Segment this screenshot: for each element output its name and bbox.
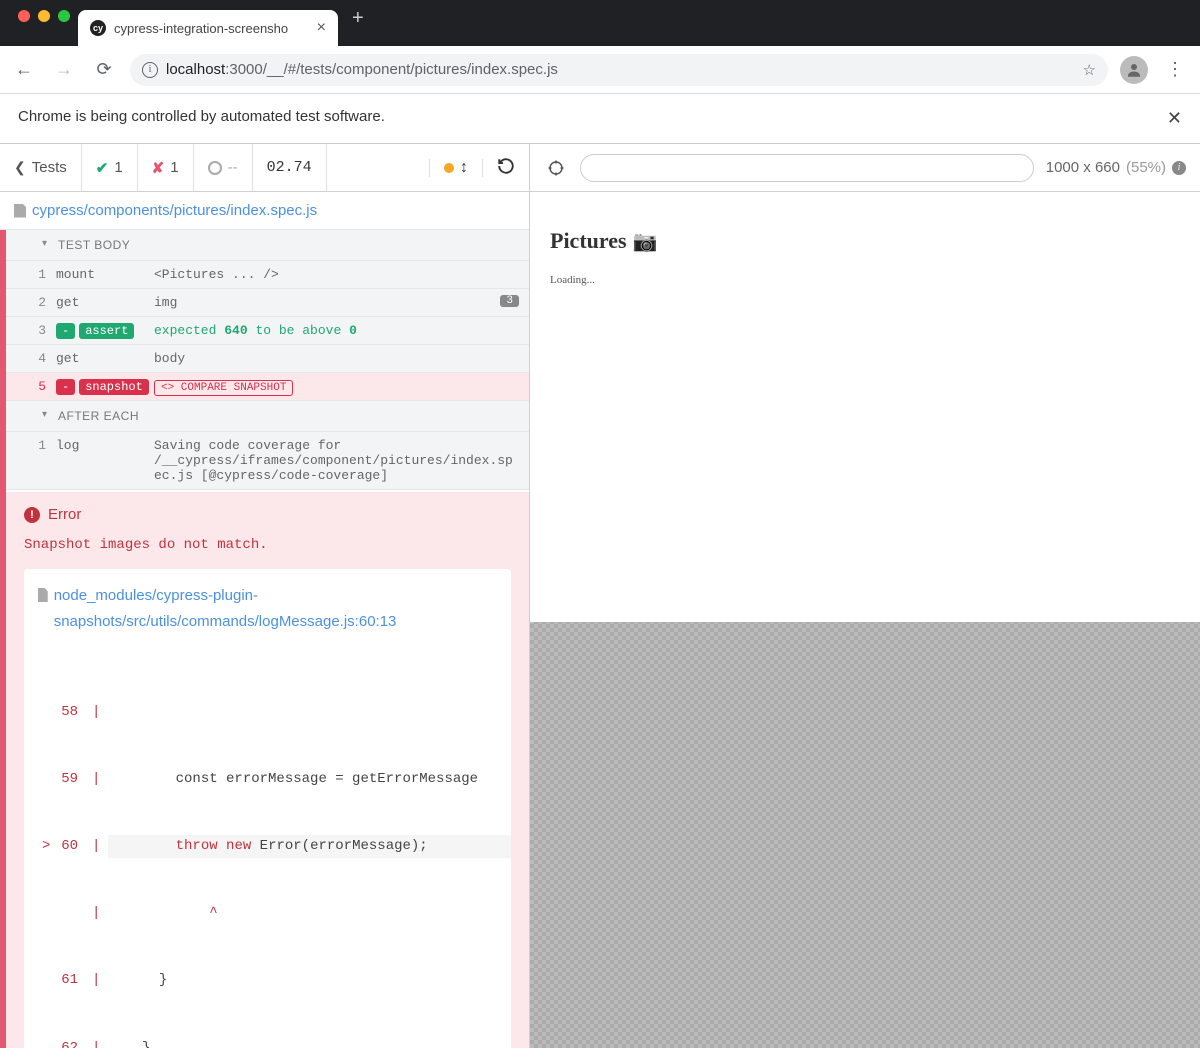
- command-row[interactable]: 2 get img 3: [6, 289, 529, 317]
- error-message: Snapshot images do not match.: [24, 537, 511, 553]
- x-icon: ✘: [152, 159, 165, 177]
- bookmark-star-icon[interactable]: ☆: [1083, 61, 1096, 79]
- auto-scroll-toggle[interactable]: ↕: [429, 159, 483, 177]
- reporter-panel: ❮ Tests ✔ 1 ✘ 1 -- 02.74 ↕: [0, 144, 530, 1048]
- window-controls: [10, 10, 78, 36]
- automation-infobar: Chrome is being controlled by automated …: [0, 94, 1200, 144]
- element-count-badge: 3: [500, 295, 519, 307]
- app-preview-panel: 1000 x 660 (55%) i Pictures 📷 Loading...: [530, 144, 1200, 1048]
- error-panel: ! Error Snapshot images do not match. no…: [6, 492, 529, 1048]
- error-icon: !: [24, 507, 40, 523]
- minimize-window-button[interactable]: [38, 10, 50, 22]
- back-button[interactable]: ←: [10, 56, 38, 84]
- iframe-header: 1000 x 660 (55%) i: [530, 144, 1200, 192]
- restart-tests-button[interactable]: [483, 157, 529, 179]
- error-code-frame: node_modules/cypress-plugin-snapshots/sr…: [24, 569, 511, 1048]
- compare-snapshot-badge: <> COMPARE SNAPSHOT: [154, 380, 293, 396]
- infobar-message: Chrome is being controlled by automated …: [18, 108, 385, 129]
- section-test-body[interactable]: TEST BODY: [6, 230, 529, 261]
- command-row-assert[interactable]: 3 -assert expected 640 to be above 0: [6, 317, 529, 345]
- info-icon: i: [1172, 161, 1186, 175]
- selector-playground-button[interactable]: [544, 156, 568, 180]
- maximize-window-button[interactable]: [58, 10, 70, 22]
- circle-icon: [208, 161, 222, 175]
- command-row[interactable]: 4 get body: [6, 345, 529, 373]
- iframe-url-input[interactable]: [580, 154, 1034, 182]
- browser-tab[interactable]: cy cypress-integration-screensho ×: [78, 10, 338, 46]
- reporter-toolbar: ❮ Tests ✔ 1 ✘ 1 -- 02.74 ↕: [0, 144, 529, 192]
- infobar-close-button[interactable]: ✕: [1167, 108, 1182, 129]
- chrome-menu-button[interactable]: ⋮: [1160, 59, 1190, 80]
- site-info-icon[interactable]: i: [142, 62, 158, 78]
- viewport-info[interactable]: 1000 x 660 (55%) i: [1046, 159, 1186, 176]
- file-icon: [38, 588, 48, 602]
- close-window-button[interactable]: [18, 10, 30, 22]
- command-row-snapshot[interactable]: 5 -snapshot <> COMPARE SNAPSHOT: [6, 373, 529, 401]
- app-heading: Pictures 📷: [550, 228, 1180, 254]
- iframe-viewport: Pictures 📷 Loading...: [530, 192, 1200, 1048]
- forward-button[interactable]: →: [50, 56, 78, 84]
- file-icon: [14, 204, 26, 218]
- camera-icon: 📷: [633, 229, 658, 254]
- command-row[interactable]: 1 log Saving code coverage for /__cypres…: [6, 432, 529, 490]
- cypress-favicon-icon: cy: [90, 20, 106, 36]
- passed-count: ✔ 1: [82, 144, 138, 191]
- section-after-each[interactable]: AFTER EACH: [6, 401, 529, 432]
- expand-arrows-icon: ↕: [460, 159, 468, 177]
- check-icon: ✔: [96, 159, 109, 177]
- status-dot-icon: [444, 163, 454, 173]
- pending-count: --: [194, 144, 253, 191]
- spec-file-link[interactable]: cypress/components/pictures/index.spec.j…: [0, 192, 529, 230]
- app-under-test: Pictures 📷 Loading...: [530, 192, 1200, 622]
- duration: 02.74: [253, 144, 327, 191]
- url-text: localhost:3000/__/#/tests/component/pict…: [166, 61, 558, 78]
- address-bar[interactable]: i localhost:3000/__/#/tests/component/pi…: [130, 54, 1108, 86]
- back-to-tests-button[interactable]: ❮ Tests: [0, 144, 82, 191]
- new-tab-button[interactable]: +: [338, 7, 378, 40]
- tab-title: cypress-integration-screensho: [114, 21, 309, 36]
- browser-toolbar: ← → ⟳ i localhost:3000/__/#/tests/compon…: [0, 46, 1200, 94]
- code-snippet: 58| 59| const errorMessage = getErrorMes…: [24, 648, 511, 1048]
- profile-avatar-icon[interactable]: [1120, 56, 1148, 84]
- error-header: ! Error: [24, 506, 511, 523]
- command-row[interactable]: 1 mount <Pictures ... />: [6, 261, 529, 289]
- close-tab-button[interactable]: ×: [317, 19, 326, 37]
- browser-tabstrip: cy cypress-integration-screensho × +: [0, 0, 1200, 46]
- loading-text: Loading...: [550, 274, 1180, 286]
- refresh-icon: [497, 157, 515, 179]
- chevron-left-icon: ❮: [14, 159, 26, 176]
- error-file-link[interactable]: node_modules/cypress-plugin-snapshots/sr…: [24, 569, 511, 648]
- reload-button[interactable]: ⟳: [90, 56, 118, 84]
- failed-count: ✘ 1: [138, 144, 194, 191]
